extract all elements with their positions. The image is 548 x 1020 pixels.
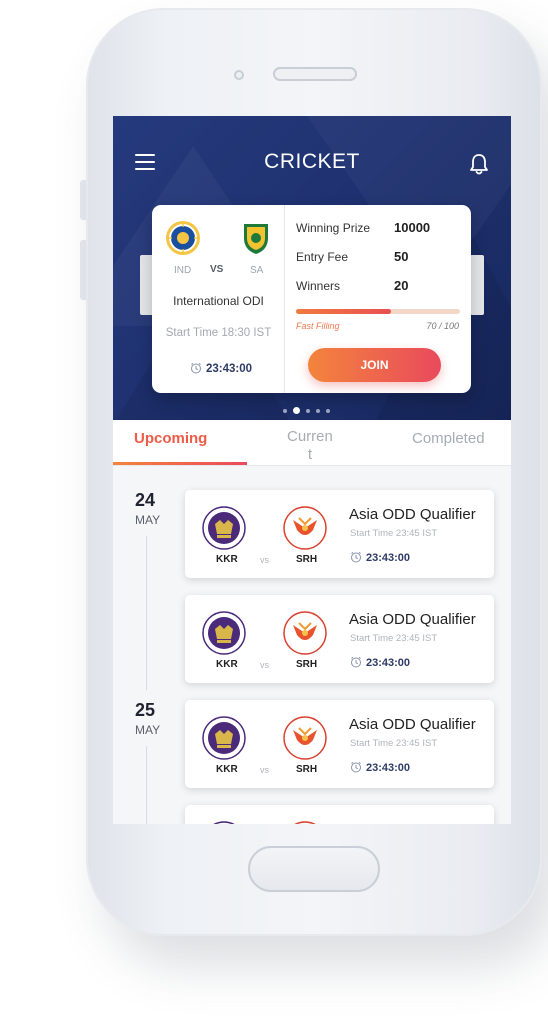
match-title: Asia ODD Qualifier [349, 611, 476, 628]
countdown-value: 23:43:00 [366, 657, 411, 669]
entry-fee-value: 50 [394, 249, 409, 264]
team1-code: KKR [216, 659, 238, 670]
carousel-dot[interactable] [293, 407, 300, 415]
date-month: MAY [135, 513, 161, 527]
date-day: 25 [135, 700, 156, 720]
team2-code: SA [250, 265, 264, 276]
carousel-dot[interactable] [316, 408, 320, 413]
tab-current[interactable]: Curren t [287, 428, 333, 464]
team1-code: KKR [216, 764, 238, 775]
app-screen: CRICKET IND VS SA International ODI Star… [113, 116, 511, 824]
start-time: Start Time 23:45 IST [350, 738, 438, 749]
join-button[interactable]: JOIN [308, 348, 441, 382]
winners-value: 20 [394, 278, 409, 293]
winning-prize-label: Winning Prize [296, 221, 371, 235]
team2-code: SRH [296, 554, 318, 565]
featured-prize-panel: Winning Prize 10000 Entry Fee 50 Winners… [286, 205, 471, 393]
vs-label: vs [260, 660, 269, 670]
active-tab-indicator [113, 462, 247, 465]
countdown-value: 23:43:00 [366, 762, 411, 774]
match-card[interactable]: KKR vs SRH Asia ODD Qualifier Start Time… [185, 595, 494, 683]
vs-label: vs [260, 765, 269, 775]
start-time: Start Time 23:45 IST [350, 633, 438, 644]
carousel-next-card[interactable] [470, 255, 484, 315]
featured-teams-panel: IND VS SA International ODI Start Time 1… [152, 205, 285, 393]
hero-header: CRICKET IND VS SA International ODI Star… [113, 116, 511, 420]
match-card[interactable]: KKR vs SRH Asia ODD Qualifier Start Time… [185, 700, 494, 788]
tab-completed[interactable]: Completed [412, 430, 485, 447]
carousel-dot[interactable] [326, 408, 330, 413]
fill-progress-bar [296, 309, 460, 314]
carousel-dot[interactable] [283, 408, 287, 413]
match-title: Asia ODD Qualifier [349, 506, 476, 523]
countdown-timer: 23:43:00 [350, 761, 410, 774]
alarm-clock-icon [351, 761, 361, 773]
team2-code: SRH [296, 659, 318, 670]
fill-count: 70 / 100 [426, 321, 459, 331]
south-africa-cricket-logo-icon [244, 224, 268, 254]
phone-camera [234, 70, 244, 80]
india-cricket-logo-icon [166, 221, 200, 255]
kkr-logo-icon [202, 716, 246, 760]
srh-logo-icon [294, 821, 316, 824]
featured-match-card[interactable]: IND VS SA International ODI Start Time 1… [152, 205, 471, 393]
srh-logo-icon [283, 716, 327, 760]
notification-bell-icon[interactable] [468, 152, 490, 176]
countdown-timer: 23:43:00 [350, 656, 410, 669]
srh-logo-icon [283, 611, 327, 655]
phone-speaker [273, 67, 357, 81]
match-card[interactable]: KKR vs SRH Asia ODD Qualifier Start Time… [185, 490, 494, 578]
timeline-line [146, 536, 147, 690]
countdown-timer: 23:43:00 [190, 362, 252, 375]
kkr-logo-icon [202, 611, 246, 655]
carousel-dots [283, 402, 336, 415]
home-button[interactable] [248, 846, 380, 892]
countdown-value: 23:43:00 [366, 552, 411, 564]
alarm-clock-icon [351, 656, 361, 668]
srh-logo-icon [283, 506, 327, 550]
kkr-logo-icon [202, 506, 246, 550]
team1-code: IND [174, 265, 192, 276]
timeline-line [146, 746, 147, 824]
start-time: Start Time 23:45 IST [350, 528, 438, 539]
date-day: 24 [135, 490, 156, 510]
app-title: CRICKET [264, 150, 360, 173]
team2-code: SRH [296, 764, 318, 775]
kkr-logo-icon [213, 821, 235, 824]
vs-label: VS [210, 264, 224, 275]
alarm-clock-icon [351, 551, 361, 563]
match-list: 24 MAY 25 MAY KKR vs SRH Asia ODD Qualif… [113, 466, 511, 824]
countdown-timer: 23:43:00 [350, 551, 410, 564]
winners-label: Winners [296, 279, 341, 293]
start-time: Start Time 18:30 IST [165, 327, 272, 339]
match-tabs: Upcoming Curren t Completed [113, 420, 511, 466]
vs-label: vs [260, 555, 269, 565]
entry-fee-label: Entry Fee [296, 250, 349, 264]
carousel-dot[interactable] [306, 408, 310, 413]
tab-upcoming[interactable]: Upcoming [134, 430, 207, 447]
fill-status: Fast Filling [296, 321, 340, 331]
match-type: International ODI [173, 294, 264, 308]
fill-progress-fill [296, 309, 392, 314]
winning-prize-value: 10000 [394, 220, 431, 235]
match-title: Asia ODD Qualifier [349, 716, 476, 733]
team1-code: KKR [216, 554, 238, 565]
tab-current-line1: Curren [287, 428, 333, 445]
date-month: MAY [135, 723, 161, 737]
match-card[interactable] [185, 805, 494, 824]
tab-current-line2: t [307, 446, 313, 463]
alarm-clock-icon [191, 362, 201, 374]
countdown-value: 23:43:00 [206, 363, 253, 375]
